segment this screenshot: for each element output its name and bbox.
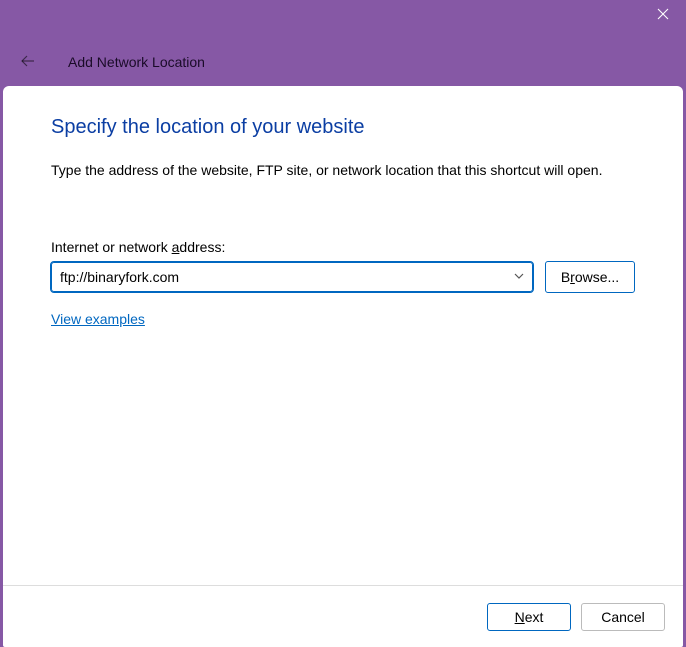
- cancel-button[interactable]: Cancel: [581, 603, 665, 631]
- page-heading: Specify the location of your website: [51, 116, 635, 139]
- back-arrow-icon: [20, 53, 36, 72]
- content-area: Specify the location of your website Typ…: [3, 86, 683, 585]
- page-description: Type the address of the website, FTP sit…: [51, 161, 635, 181]
- address-row: Browse...: [51, 261, 635, 293]
- view-examples-link[interactable]: View examples: [51, 311, 145, 327]
- close-button[interactable]: [640, 0, 686, 30]
- wizard-header: Add Network Location: [0, 38, 686, 86]
- close-icon: [657, 7, 669, 23]
- wizard-panel: Specify the location of your website Typ…: [3, 86, 683, 647]
- browse-button[interactable]: Browse...: [545, 261, 635, 293]
- next-button[interactable]: Next: [487, 603, 571, 631]
- address-label: Internet or network address:: [51, 239, 635, 255]
- footer-bar: Next Cancel: [3, 585, 683, 647]
- wizard-title: Add Network Location: [68, 54, 205, 70]
- address-input[interactable]: [51, 262, 533, 292]
- titlebar: [0, 0, 686, 38]
- back-button: [10, 44, 46, 80]
- address-combo[interactable]: [51, 262, 533, 292]
